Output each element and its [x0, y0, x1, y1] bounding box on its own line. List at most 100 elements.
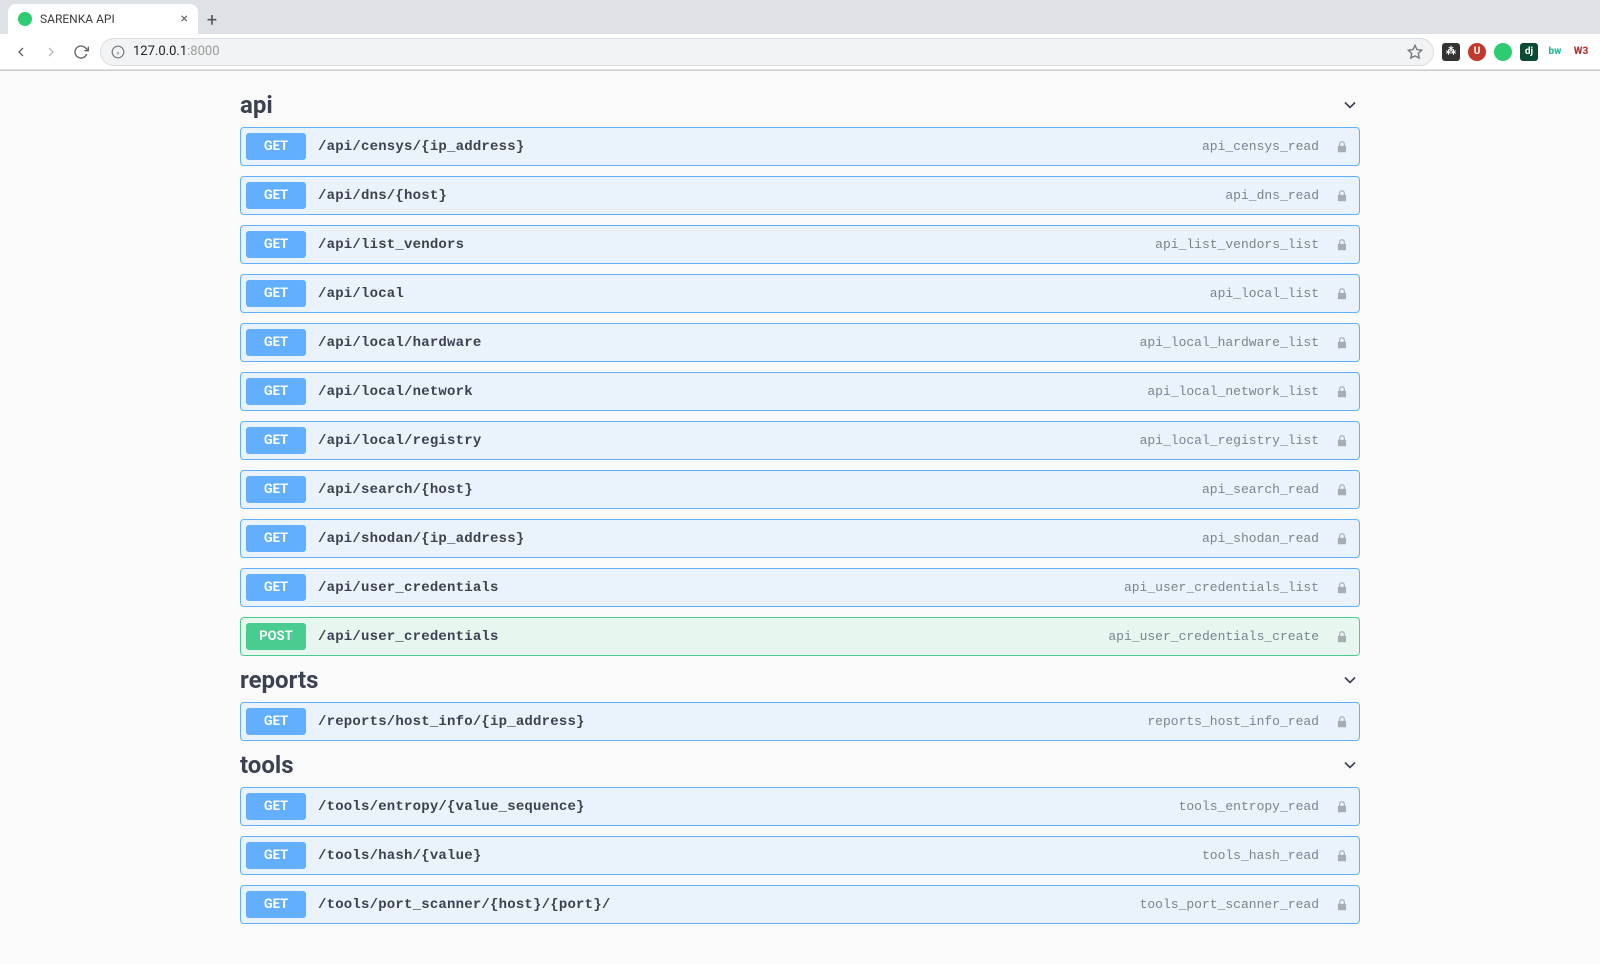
operation-row[interactable]: GET/api/shodan/{ip_address}api_shodan_re…	[240, 519, 1360, 558]
http-method-badge: GET	[246, 280, 306, 307]
http-method-badge: GET	[246, 427, 306, 454]
chevron-down-icon	[1340, 95, 1360, 115]
lock-icon[interactable]	[1335, 630, 1349, 644]
operation-row[interactable]: GET/tools/hash/{value}tools_hash_read	[240, 836, 1360, 875]
operation-id: api_local_hardware_list	[1140, 335, 1319, 350]
operation-path: /api/local/hardware	[318, 335, 481, 351]
http-method-badge: GET	[246, 378, 306, 405]
extension-icon[interactable]: U	[1468, 43, 1486, 61]
extension-icon[interactable]: dj	[1520, 43, 1538, 61]
http-method-badge: GET	[246, 708, 306, 735]
tag-title: reports	[240, 666, 318, 694]
http-method-badge: GET	[246, 329, 306, 356]
lock-icon[interactable]	[1335, 336, 1349, 350]
operation-path: /reports/host_info/{ip_address}	[318, 714, 585, 730]
browser-toolbar: 127.0.0.1:8000 ⁂ U dj bw W3	[0, 34, 1600, 70]
http-method-badge: GET	[246, 842, 306, 869]
operation-row[interactable]: GET/api/user_credentialsapi_user_credent…	[240, 568, 1360, 607]
operation-id: reports_host_info_read	[1147, 714, 1319, 729]
tag-title: tools	[240, 751, 294, 779]
operation-row[interactable]: GET/reports/host_info/{ip_address} report…	[240, 702, 1360, 741]
lock-icon[interactable]	[1335, 189, 1349, 203]
lock-icon[interactable]	[1335, 238, 1349, 252]
operation-row[interactable]: GET/api/censys/{ip_address}api_censys_re…	[240, 127, 1360, 166]
extensions-row: ⁂ U dj bw W3	[1442, 43, 1590, 61]
http-method-badge: GET	[246, 133, 306, 160]
lock-icon[interactable]	[1335, 434, 1349, 448]
extension-icon[interactable]: W3	[1572, 43, 1590, 61]
operation-path: /tools/port_scanner/{host}/{port}/	[318, 897, 610, 913]
operation-row[interactable]: GET/api/local/hardware api_local_hardware…	[240, 323, 1360, 362]
http-method-badge: GET	[246, 574, 306, 601]
url-host: 127.0.0.1	[133, 44, 187, 59]
http-method-badge: GET	[246, 891, 306, 918]
browser-chrome: SARENKA API × + 127.0.0.1:8000 ⁂ U	[0, 0, 1600, 71]
address-bar[interactable]: 127.0.0.1:8000	[100, 38, 1434, 66]
reload-icon	[73, 44, 89, 60]
tab-close-icon[interactable]: ×	[181, 11, 188, 27]
arrow-left-icon	[13, 44, 29, 60]
arrow-right-icon	[43, 44, 59, 60]
operation-id: api_local_list	[1210, 286, 1319, 301]
operation-row[interactable]: GET/api/list_vendorsapi_list_vendors_lis…	[240, 225, 1360, 264]
operation-path: /api/user_credentials	[318, 629, 499, 645]
browser-tab[interactable]: SARENKA API ×	[8, 4, 198, 34]
chevron-down-icon	[1340, 755, 1360, 775]
extension-icon[interactable]: ⁂	[1442, 43, 1460, 61]
operation-id: api_user_credentials_list	[1124, 580, 1319, 595]
operation-id: tools_port_scanner_read	[1140, 897, 1319, 912]
operation-list: GET/tools/entropy/{value_sequence}tools_…	[240, 787, 1360, 924]
operation-path: /api/list_vendors	[318, 237, 464, 253]
bookmark-star-icon[interactable]	[1407, 44, 1423, 60]
operation-row[interactable]: POST/api/user_credentials api_user_creden…	[240, 617, 1360, 656]
operation-list: GET/api/censys/{ip_address}api_censys_re…	[240, 127, 1360, 656]
http-method-badge: POST	[246, 623, 306, 650]
lock-icon[interactable]	[1335, 287, 1349, 301]
tag-header-reports[interactable]: reports	[240, 656, 1360, 702]
operation-row[interactable]: GET/api/dns/{host}api_dns_read	[240, 176, 1360, 215]
operation-list: GET/reports/host_info/{ip_address} report…	[240, 702, 1360, 741]
operation-path: /api/local/registry	[318, 433, 481, 449]
http-method-badge: GET	[246, 525, 306, 552]
new-tab-button[interactable]: +	[198, 6, 226, 34]
operation-path: /api/shodan/{ip_address}	[318, 531, 524, 547]
back-button[interactable]	[10, 41, 32, 63]
operation-row[interactable]: GET/api/search/{host}api_search_read	[240, 470, 1360, 509]
reload-button[interactable]	[70, 41, 92, 63]
operation-path: /api/search/{host}	[318, 482, 473, 498]
tag-header-tools[interactable]: tools	[240, 741, 1360, 787]
lock-icon[interactable]	[1335, 715, 1349, 729]
lock-icon[interactable]	[1335, 483, 1349, 497]
tab-title: SARENKA API	[40, 12, 115, 26]
operation-path: /api/dns/{host}	[318, 188, 447, 204]
lock-icon[interactable]	[1335, 849, 1349, 863]
operation-row[interactable]: GET/api/localapi_local_list	[240, 274, 1360, 313]
lock-icon[interactable]	[1335, 898, 1349, 912]
tag-header-api[interactable]: api	[240, 81, 1360, 127]
operation-path: /tools/hash/{value}	[318, 848, 481, 864]
lock-icon[interactable]	[1335, 385, 1349, 399]
chevron-down-icon	[1340, 670, 1360, 690]
http-method-badge: GET	[246, 182, 306, 209]
operation-id: api_list_vendors_list	[1155, 237, 1319, 252]
operation-row[interactable]: GET/api/local/registry api_local_registry…	[240, 421, 1360, 460]
operation-row[interactable]: GET/api/local/networkapi_local_network_l…	[240, 372, 1360, 411]
http-method-badge: GET	[246, 476, 306, 503]
operation-id: tools_entropy_read	[1179, 799, 1319, 814]
operation-id: api_user_credentials_create	[1108, 629, 1319, 644]
lock-icon[interactable]	[1335, 800, 1349, 814]
operation-id: api_local_network_list	[1147, 384, 1319, 399]
lock-icon[interactable]	[1335, 532, 1349, 546]
swagger-root: apiGET/api/censys/{ip_address}api_censys…	[230, 71, 1370, 964]
tab-bar: SARENKA API × +	[0, 0, 1600, 34]
extension-icon[interactable]	[1494, 43, 1512, 61]
lock-icon[interactable]	[1335, 140, 1349, 154]
extension-icon[interactable]: bw	[1546, 43, 1564, 61]
site-info-icon[interactable]	[111, 45, 125, 59]
url-port: :8000	[187, 44, 219, 59]
operation-row[interactable]: GET/tools/entropy/{value_sequence}tools_…	[240, 787, 1360, 826]
operation-id: api_local_registry_list	[1140, 433, 1319, 448]
forward-button[interactable]	[40, 41, 62, 63]
operation-row[interactable]: GET/tools/port_scanner/{host}/{port}/ too…	[240, 885, 1360, 924]
lock-icon[interactable]	[1335, 581, 1349, 595]
